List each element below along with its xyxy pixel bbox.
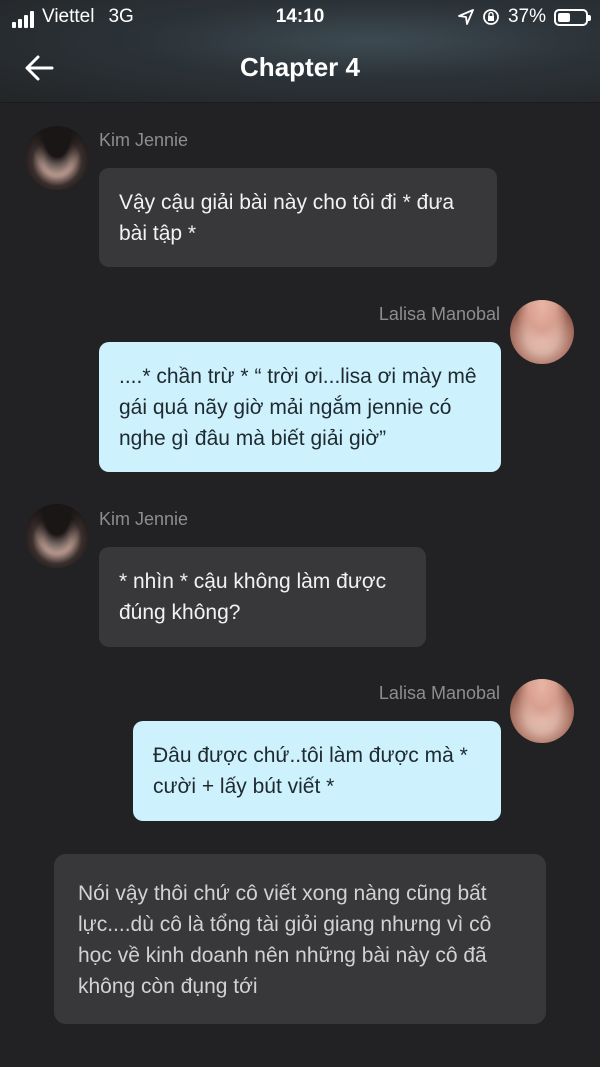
avatar-kim-jennie[interactable] bbox=[25, 126, 89, 190]
narration-box: Nói vậy thôi chứ cô viết xong nàng cũng … bbox=[54, 854, 546, 1024]
sender-name: Kim Jennie bbox=[99, 509, 189, 529]
status-right: 37% bbox=[458, 6, 591, 28]
rotation-lock-icon bbox=[483, 9, 499, 25]
avatar-lalisa-manobal[interactable] bbox=[510, 679, 574, 743]
navigation-bar: Chapter 4 bbox=[0, 34, 600, 102]
message-bubble: * nhìn * cậu không làm được đúng không? bbox=[99, 547, 426, 647]
sender-name: Lalisa Manobal bbox=[378, 683, 500, 703]
message-bubble: ....* chần trừ * “ trời ơi...lisa ơi mày… bbox=[99, 342, 501, 472]
header: Viettel 3G 14:10 37% Chapter 4 bbox=[0, 0, 600, 103]
message-bubble: Vậy cậu giải bài này cho tôi đi * đưa bà… bbox=[99, 168, 497, 267]
battery-percent: 37% bbox=[507, 6, 546, 27]
status-bar: Viettel 3G 14:10 37% bbox=[0, 0, 600, 34]
location-icon bbox=[458, 9, 474, 25]
page-title: Chapter 4 bbox=[240, 52, 360, 82]
battery-icon bbox=[554, 8, 591, 26]
sender-name: Kim Jennie bbox=[99, 130, 189, 150]
message-bubble: Đâu được chứ..tôi làm được mà * cười + l… bbox=[133, 721, 501, 821]
avatar-kim-jennie[interactable] bbox=[25, 504, 89, 568]
avatar-lalisa-manobal[interactable] bbox=[510, 300, 574, 364]
sender-name: Lalisa Manobal bbox=[378, 304, 500, 324]
